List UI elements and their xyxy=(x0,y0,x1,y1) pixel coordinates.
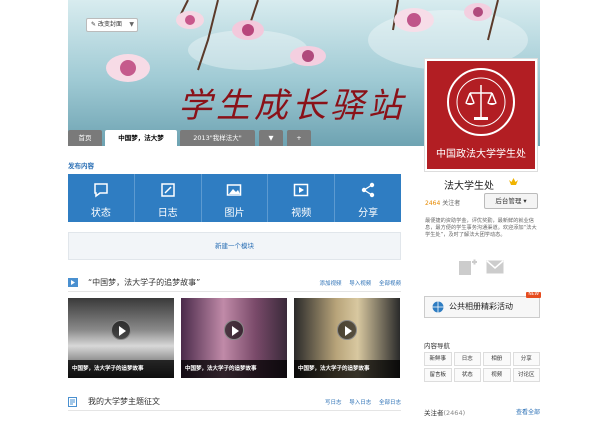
content-nav-grid: 新鲜事 日志 相册 分享 留言板 状态 视频 讨论区 xyxy=(424,352,540,382)
tab-china-dream[interactable]: 中国梦，法大梦 xyxy=(105,130,177,146)
photo-icon xyxy=(227,184,242,196)
profile-name: 法大学生处 xyxy=(444,181,494,192)
write-blog-link[interactable]: 写日志 xyxy=(325,400,342,406)
publish-video-label: 视频 xyxy=(291,208,312,219)
add-friend-icon[interactable] xyxy=(458,258,478,276)
banner-title: 学生成长驿站 xyxy=(178,86,406,126)
status-icon xyxy=(94,183,108,198)
chevron-down-icon: ▾ xyxy=(523,197,527,205)
video-section-header: “中国梦，法大学子的追梦故事” 添加视频 导入视频 全部视频 xyxy=(68,277,401,289)
video-section-icon xyxy=(68,278,78,287)
import-video-link[interactable]: 导入视频 xyxy=(349,281,371,287)
admin-button[interactable]: 后台管理 ▾ xyxy=(484,193,538,209)
essay-section-title: 我的大学梦主题征文 xyxy=(88,397,160,406)
essay-section-ops: 写日志 导入日志 全部日志 xyxy=(325,398,401,406)
followers-section-title: 关注者(2464) xyxy=(424,407,465,417)
publish-status-label: 状态 xyxy=(90,208,111,219)
tab-more-dropdown[interactable]: ▼ xyxy=(259,130,283,146)
add-tab-button[interactable]: + xyxy=(287,130,311,146)
video-caption: 中国梦，法大学子的追梦故事 xyxy=(181,360,287,378)
video-caption: 中国梦，法大学子的追梦故事 xyxy=(68,360,174,378)
publish-photo-label: 图片 xyxy=(224,208,245,219)
nav-item-album[interactable]: 相册 xyxy=(483,352,511,366)
followers-section-label: 关注者 xyxy=(424,409,444,417)
followers-label: 关注者 xyxy=(442,200,461,207)
publish-photo-button[interactable]: 图片 xyxy=(201,174,269,222)
new-badge: NEW xyxy=(526,292,541,298)
tab-2013[interactable]: 2013"我样法大" xyxy=(180,130,255,146)
import-blog-link[interactable]: 导入日志 xyxy=(349,400,371,406)
essay-section-header: 我的大学梦主题征文 写日志 导入日志 全部日志 xyxy=(68,396,401,408)
nav-item-guestbook[interactable]: 留言板 xyxy=(424,368,452,382)
section-divider xyxy=(68,291,401,292)
video-icon xyxy=(294,183,309,197)
publish-blog-label: 日志 xyxy=(157,208,178,219)
video-thumbnail[interactable]: 中国梦，法大学子的追梦故事 xyxy=(68,298,174,378)
tab-home[interactable]: 首页 xyxy=(68,130,102,146)
publish-actions: 状态 日志 图片 视频 分享 xyxy=(68,174,401,222)
publish-blog-button[interactable]: 日志 xyxy=(134,174,202,222)
section-divider xyxy=(68,410,401,411)
globe-icon xyxy=(432,301,444,313)
nav-item-share[interactable]: 分享 xyxy=(512,352,540,366)
publish-share-button[interactable]: 分享 xyxy=(335,174,401,222)
new-module-button[interactable]: 新建一个模块 xyxy=(68,232,401,260)
nav-item-blog[interactable]: 日志 xyxy=(453,352,481,366)
publish-video-button[interactable]: 视频 xyxy=(268,174,336,222)
video-thumbnail[interactable]: 中国梦，法大学子的追梦故事 xyxy=(294,298,400,378)
chevron-down-icon: ▼ xyxy=(129,21,134,28)
logo-caption: 中国政法大学学生处 xyxy=(436,149,526,160)
play-icon[interactable] xyxy=(337,320,357,340)
page: 学生成长驿站 ✎ 改变封面 ▼ 首页 中国梦，法大梦 2013"我样法大" ▼ … xyxy=(0,0,600,422)
admin-button-label: 后台管理 xyxy=(495,197,522,205)
video-section-ops: 添加视频 导入视频 全部视频 xyxy=(319,279,401,287)
content-nav-title: 内容导航 xyxy=(424,342,450,350)
document-icon xyxy=(68,397,77,407)
nav-item-forum[interactable]: 讨论区 xyxy=(512,368,540,382)
video-caption: 中国梦，法大学子的追梦故事 xyxy=(294,360,400,378)
nav-item-news[interactable]: 新鲜事 xyxy=(424,352,452,366)
profile-description: 最便捷的资助学金，评优奖勤，最新鲜的就业信息，最方便的学生事务沟通渠道。欢迎添加… xyxy=(425,218,537,239)
add-video-link[interactable]: 添加视频 xyxy=(319,281,341,287)
all-videos-link[interactable]: 全部视频 xyxy=(379,281,401,287)
video-list: 中国梦，法大学子的追梦故事 中国梦，法大学子的追梦故事 中国梦，法大学子的追梦故… xyxy=(68,298,401,378)
video-thumbnail[interactable]: 中国梦，法大学子的追梦故事 xyxy=(181,298,287,378)
blog-icon xyxy=(160,183,175,197)
followers-count: 2464 xyxy=(425,200,441,207)
nav-item-video[interactable]: 视频 xyxy=(483,368,511,382)
play-icon[interactable] xyxy=(224,320,244,340)
video-section-title: “中国梦，法大学子的追梦故事” xyxy=(88,278,201,287)
public-album-button[interactable]: 公共相册精彩活动 NEW xyxy=(424,292,541,318)
message-envelope-icon[interactable] xyxy=(486,260,504,274)
change-cover-button[interactable]: ✎ 改变封面 ▼ xyxy=(86,18,138,32)
album-label: 公共相册精彩活动 xyxy=(449,302,513,311)
share-icon xyxy=(361,182,375,198)
profile-logo[interactable]: 中国政法大学学生处 xyxy=(424,58,538,172)
see-all-followers-link[interactable]: 查看全部 xyxy=(516,407,540,416)
publish-share-label: 分享 xyxy=(358,208,379,219)
university-seal-icon xyxy=(447,68,515,136)
followers-stat[interactable]: 2464 关注者 xyxy=(425,198,460,207)
pencil-icon: ✎ xyxy=(91,21,97,28)
change-cover-label: 改变封面 xyxy=(97,21,122,28)
followers-section-count: (2464) xyxy=(443,409,466,417)
publish-status-button[interactable]: 状态 xyxy=(68,174,135,222)
publish-label: 发布内容 xyxy=(68,162,94,170)
play-icon[interactable] xyxy=(111,320,131,340)
all-blogs-link[interactable]: 全部日志 xyxy=(379,400,401,406)
nav-item-status[interactable]: 状态 xyxy=(453,368,481,382)
crown-icon xyxy=(509,178,518,185)
logo-background: 中国政法大学学生处 xyxy=(427,61,535,169)
